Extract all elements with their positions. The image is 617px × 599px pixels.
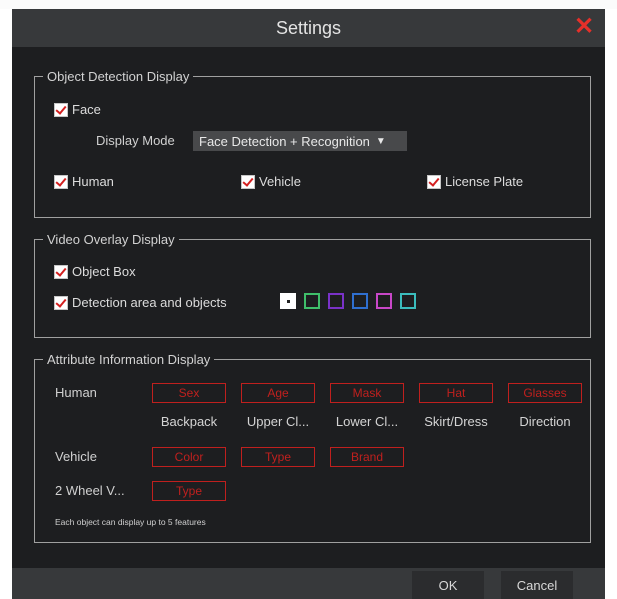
license-plate-label: License Plate (445, 174, 524, 189)
checkbox-checked-icon (241, 174, 255, 189)
object-box-checkbox[interactable]: Object Box (54, 264, 136, 279)
video-overlay-group: Video Overlay Display (34, 232, 591, 338)
attr-vehicle-label: Vehicle (55, 449, 97, 464)
face-checkbox[interactable]: Face (54, 102, 101, 117)
attribute-chip-selected[interactable]: Glasses (508, 383, 582, 403)
color-swatch[interactable] (304, 293, 320, 309)
dialog-title: Settings (275, 18, 342, 38)
attr-two-wheel-label: 2 Wheel V... (55, 483, 125, 498)
attribute-chip-selected[interactable]: Hat (419, 383, 493, 403)
attribute-chip-selected[interactable]: Type (241, 447, 315, 467)
display-mode-label: Display Mode (96, 133, 175, 148)
license-plate-checkbox[interactable]: License Plate (427, 174, 523, 189)
attribute-chip[interactable]: Lower Cl... (330, 411, 404, 431)
swatch-selected[interactable] (280, 293, 296, 309)
color-swatch[interactable] (352, 293, 368, 309)
checkbox-checked-icon (54, 295, 68, 310)
checkbox-checked-icon (54, 174, 68, 189)
checkbox-checked-icon (54, 102, 68, 117)
color-swatch[interactable] (328, 293, 344, 309)
color-swatch[interactable] (376, 293, 392, 309)
vehicle-label: Vehicle (259, 174, 301, 189)
human-label: Human (72, 174, 114, 189)
human-checkbox[interactable]: Human (54, 174, 114, 189)
attribute-chip-selected[interactable]: Color (152, 447, 226, 467)
attribute-chip-selected[interactable]: Mask (330, 383, 404, 403)
attribute-chip-selected[interactable]: Type (152, 481, 226, 501)
detection-area-label: Detection area and objects (72, 295, 227, 310)
footer-bar: OK Cancel (12, 568, 605, 599)
features-note: Each object can display up to 5 features (55, 517, 206, 527)
attribute-chip[interactable]: Upper Cl... (241, 411, 315, 431)
close-icon[interactable]: ✕ (573, 15, 595, 39)
attribute-chip-selected[interactable]: Sex (152, 383, 226, 403)
attribute-info-legend: Attribute Information Display (47, 352, 211, 367)
detection-area-checkbox[interactable]: Detection area and objects (54, 295, 227, 310)
object-detection-legend: Object Detection Display (47, 69, 190, 84)
title-bar: Settings ✕ (12, 9, 605, 47)
attribute-chip-selected[interactable]: Brand (330, 447, 404, 467)
object-box-label: Object Box (72, 264, 136, 279)
face-label: Face (72, 102, 101, 117)
settings-dialog: Settings ✕ Object Detection Display Face… (12, 9, 605, 599)
attr-human-label: Human (55, 385, 97, 400)
vehicle-checkbox[interactable]: Vehicle (241, 174, 301, 189)
attribute-chip[interactable]: Skirt/Dress (419, 411, 493, 431)
display-mode-value: Face Detection + Recognition (199, 133, 370, 149)
cancel-button[interactable]: Cancel (501, 571, 573, 599)
attribute-chip-selected[interactable]: Age (241, 383, 315, 403)
ok-button[interactable]: OK (412, 571, 484, 599)
checkbox-checked-icon (54, 264, 68, 279)
color-swatch[interactable] (400, 293, 416, 309)
chevron-down-icon: ▼ (375, 135, 386, 147)
checkbox-checked-icon (427, 174, 441, 189)
attribute-chip[interactable]: Direction (508, 411, 582, 431)
display-mode-select[interactable]: Face Detection + Recognition ▼ (193, 131, 407, 151)
attribute-chip[interactable]: Backpack (152, 411, 226, 431)
top-strip (0, 0, 617, 9)
video-overlay-legend: Video Overlay Display (47, 232, 175, 247)
